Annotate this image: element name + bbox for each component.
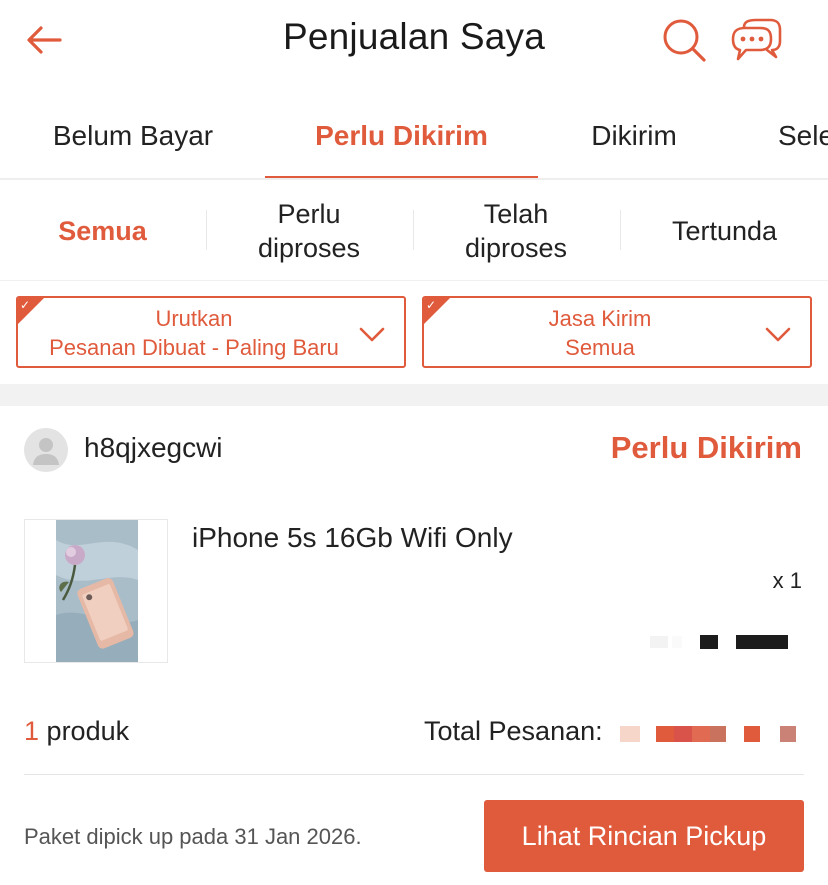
courier-filter-text: Jasa Kirim Semua [448, 304, 752, 362]
product-image [25, 520, 167, 662]
chat-icon [731, 18, 782, 61]
chevron-down-icon [765, 327, 791, 342]
search-icon [663, 19, 706, 62]
product-count-label: produk [46, 716, 130, 746]
product-quantity: x 1 [772, 568, 802, 593]
courier-filter-label: Jasa Kirim [548, 306, 652, 331]
order-status-tabs: Belum Bayar Perlu Dikirim Dikirim Selesa… [0, 92, 828, 180]
order-status-label: Perlu Dikirim [610, 430, 802, 465]
order-summary-row: 1 produk Total Pesanan: [0, 712, 828, 752]
app-header: Penjualan Saya [0, 0, 828, 90]
section-divider [0, 384, 828, 406]
sort-filter-text: Urutkan Pesanan Dibuat - Paling Baru [42, 304, 346, 362]
sort-filter-dropdown[interactable]: ✓ Urutkan Pesanan Dibuat - Paling Baru [16, 296, 406, 368]
divider [24, 774, 804, 775]
subtab-divider [413, 210, 414, 250]
subtab-tertunda[interactable]: Tertunda [621, 182, 828, 280]
subtab-divider [206, 210, 207, 250]
chevron-down-icon [359, 327, 385, 342]
redacted-price [650, 635, 788, 649]
sort-filter-label: Urutkan [155, 306, 233, 331]
tab-perlu-dikirim[interactable]: Perlu Dikirim [265, 92, 538, 178]
order-card[interactable]: h8qjxegcwi Perlu Dikirim iPhone 5s 16Gb … [0, 406, 828, 885]
view-pickup-details-button[interactable]: Lihat Rincian Pickup [484, 800, 804, 872]
avatar [24, 428, 68, 472]
buyer-username[interactable]: h8qjxegcwi [84, 432, 223, 464]
order-total-label: Total Pesanan: [424, 716, 603, 746]
filter-bar: ✓ Urutkan Pesanan Dibuat - Paling Baru ✓… [0, 280, 828, 384]
subtab-telah-diproses[interactable]: Telah diproses [442, 182, 590, 280]
tab-selesai[interactable]: Selesai [778, 92, 828, 178]
search-button[interactable] [658, 14, 710, 66]
redacted-total [620, 726, 796, 742]
product-count: 1 produk [24, 716, 129, 747]
user-icon [33, 438, 59, 465]
product-count-number: 1 [24, 716, 40, 746]
product-thumbnail[interactable] [24, 519, 168, 663]
check-icon: ✓ [20, 298, 31, 312]
subtab-semua[interactable]: Semua [0, 182, 205, 280]
tab-belum-bayar[interactable]: Belum Bayar [20, 92, 246, 178]
courier-filter-dropdown[interactable]: ✓ Jasa Kirim Semua [422, 296, 812, 368]
product-name[interactable]: iPhone 5s 16Gb Wifi Only [192, 522, 513, 554]
check-icon: ✓ [426, 298, 437, 312]
chat-button[interactable] [728, 14, 784, 68]
active-tab-indicator [265, 176, 538, 178]
pickup-note: Paket dipick up pada 31 Jan 2026. [24, 824, 362, 849]
sort-filter-value: Pesanan Dibuat - Paling Baru [49, 335, 339, 360]
tab-dikirim[interactable]: Dikirim [556, 92, 712, 178]
courier-filter-value: Semua [565, 335, 635, 360]
subtab-perlu-diproses[interactable]: Perlu diproses [235, 182, 383, 280]
sub-status-tabs: Semua Perlu diproses Telah diproses Tert… [0, 182, 828, 280]
